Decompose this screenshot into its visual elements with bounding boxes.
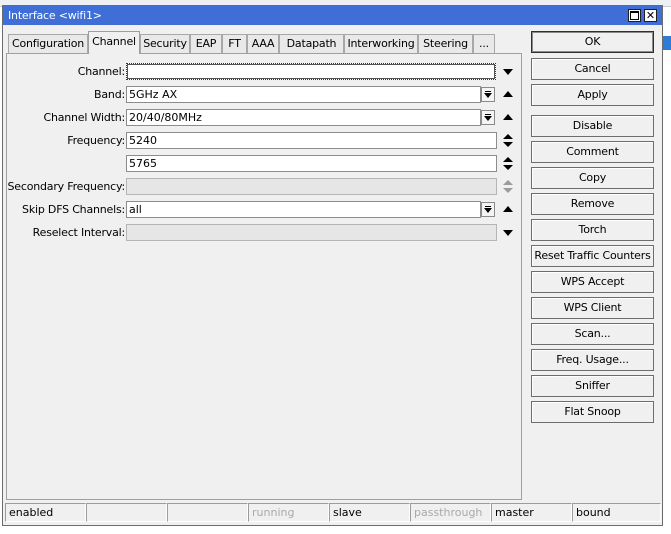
tab-security[interactable]: Security	[140, 34, 190, 53]
channel-row: Channel:	[7, 63, 523, 81]
scan-button[interactable]: Scan...	[531, 323, 654, 345]
status-enabled: enabled	[5, 503, 86, 522]
channel-width-field[interactable]: 20/40/80MHz	[126, 109, 481, 126]
skip-dfs-field[interactable]: all	[126, 201, 481, 218]
wps-client-button[interactable]: WPS Client	[531, 297, 654, 319]
tab-interworking[interactable]: Interworking	[344, 34, 418, 53]
sniffer-button[interactable]: Sniffer	[531, 375, 654, 397]
disable-button[interactable]: Disable	[531, 115, 654, 137]
secondary-frequency-up-icon	[503, 180, 513, 185]
tab-more[interactable]: ...	[473, 34, 495, 53]
background-window-edge	[663, 36, 671, 50]
interface-window: Interface <wifi1> ✕ Configuration Channe…	[2, 5, 663, 526]
title-bar[interactable]: Interface <wifi1> ✕	[3, 6, 662, 25]
channel-label: Channel:	[77, 65, 125, 78]
status-cell-2	[86, 503, 167, 522]
tab-ft[interactable]: FT	[222, 34, 247, 53]
torch-button[interactable]: Torch	[531, 219, 654, 241]
channel-dropdown-arrow-icon[interactable]	[503, 69, 513, 75]
channel-panel: Channel: Band: 5GHz AX Channel Width: 20…	[6, 53, 522, 500]
frequency-field-1[interactable]: 5240	[126, 132, 497, 149]
channel-field[interactable]	[126, 63, 496, 80]
secondary-frequency-down-icon	[503, 188, 513, 193]
tab-aaa[interactable]: AAA	[247, 34, 279, 53]
secondary-frequency-row: Secondary Frequency:	[7, 178, 523, 196]
channel-width-collapse-arrow-icon[interactable]	[503, 114, 513, 120]
band-dropdown-icon[interactable]	[481, 87, 495, 102]
channel-width-row: Channel Width: 20/40/80MHz	[7, 109, 523, 127]
frequency-2-up-icon[interactable]	[503, 157, 513, 162]
skip-dfs-collapse-arrow-icon[interactable]	[503, 206, 513, 212]
comment-button[interactable]: Comment	[531, 141, 654, 163]
secondary-frequency-field	[126, 178, 497, 195]
band-collapse-arrow-icon[interactable]	[503, 91, 513, 97]
skip-dfs-dropdown-icon[interactable]	[481, 202, 495, 217]
secondary-frequency-label: Secondary Frequency:	[7, 180, 126, 193]
status-bound: bound	[572, 503, 661, 522]
channel-width-dropdown-icon[interactable]	[481, 110, 495, 125]
close-icon[interactable]: ✕	[644, 9, 657, 22]
tab-steering[interactable]: Steering	[418, 34, 473, 53]
channel-width-label: Channel Width:	[43, 111, 125, 124]
reselect-interval-expand-arrow-icon[interactable]	[503, 230, 513, 236]
wps-accept-button[interactable]: WPS Accept	[531, 271, 654, 293]
reset-traffic-counters-button[interactable]: Reset Traffic Counters	[531, 245, 654, 267]
maximize-icon[interactable]	[628, 9, 641, 22]
tab-channel[interactable]: Channel	[88, 31, 140, 54]
tab-eap[interactable]: EAP	[190, 34, 222, 53]
band-field[interactable]: 5GHz AX	[126, 86, 481, 103]
frequency-1-down-icon[interactable]	[503, 142, 513, 147]
skip-dfs-row: Skip DFS Channels: all	[7, 201, 523, 219]
status-master: master	[491, 503, 572, 522]
frequency-row: Frequency: 5240	[7, 132, 523, 150]
frequency-row-2: 5765	[7, 155, 523, 173]
status-running: running	[248, 503, 329, 522]
flat-snoop-button[interactable]: Flat Snoop	[531, 401, 654, 423]
tab-datapath[interactable]: Datapath	[279, 34, 344, 53]
frequency-2-down-icon[interactable]	[503, 165, 513, 170]
skip-dfs-label: Skip DFS Channels:	[22, 203, 125, 216]
remove-button[interactable]: Remove	[531, 193, 654, 215]
band-row: Band: 5GHz AX	[7, 86, 523, 104]
tab-configuration[interactable]: Configuration	[8, 34, 88, 53]
copy-button[interactable]: Copy	[531, 167, 654, 189]
apply-button[interactable]: Apply	[531, 84, 654, 106]
reselect-interval-field[interactable]	[126, 224, 497, 241]
band-label: Band:	[94, 88, 125, 101]
reselect-interval-row: Reselect Interval:	[7, 224, 523, 242]
frequency-label: Frequency:	[67, 134, 125, 147]
status-cell-3	[167, 503, 248, 522]
frequency-1-up-icon[interactable]	[503, 134, 513, 139]
status-slave: slave	[329, 503, 410, 522]
reselect-interval-label: Reselect Interval:	[32, 226, 126, 239]
cancel-button[interactable]: Cancel	[531, 58, 654, 80]
status-passthrough: passthrough	[410, 503, 491, 522]
ok-button[interactable]: OK	[531, 31, 654, 53]
window-title: Interface <wifi1>	[8, 9, 102, 22]
frequency-field-2[interactable]: 5765	[126, 155, 497, 172]
freq-usage-button[interactable]: Freq. Usage...	[531, 349, 654, 371]
